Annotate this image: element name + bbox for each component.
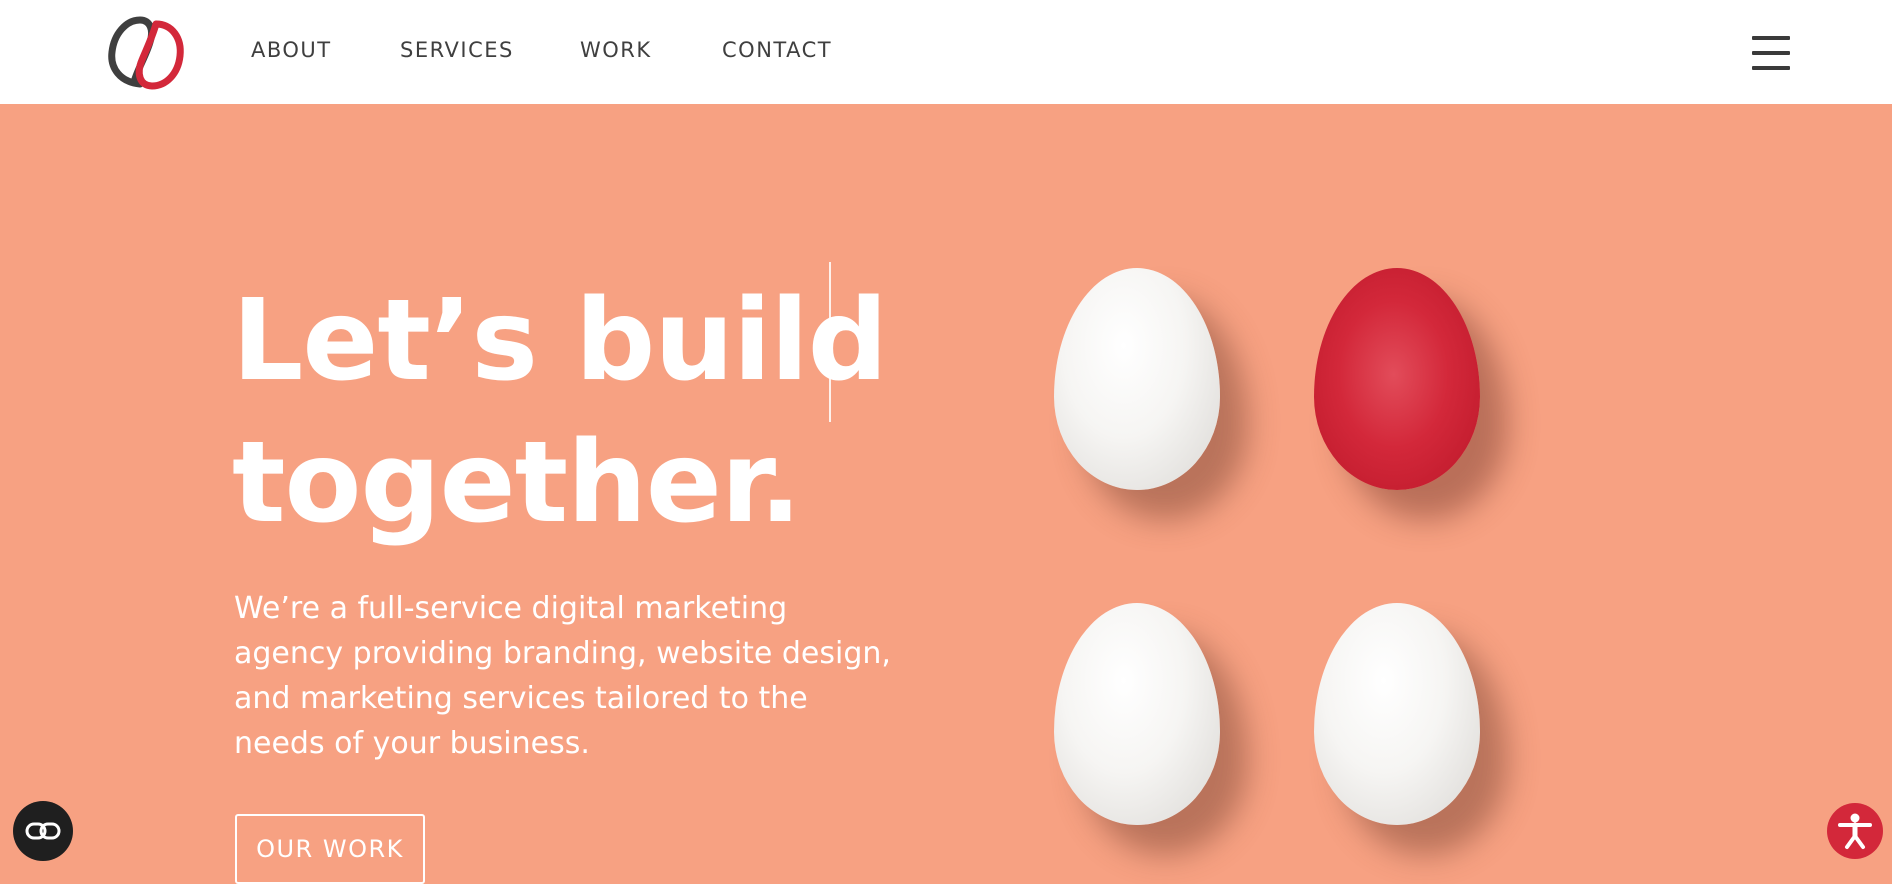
logo-icon [108, 16, 184, 90]
nav-work[interactable]: WORK [580, 38, 652, 62]
link-icon [25, 822, 61, 840]
hero-headline: Let’s build together. [232, 270, 888, 554]
hero-headline-line-1: Let’s build [232, 276, 888, 406]
hero-subcopy: We’re a full-service digital marketing a… [234, 591, 891, 761]
nav-about[interactable]: ABOUT [251, 38, 332, 62]
accessibility-person-icon [1838, 813, 1872, 849]
accessibility-toggle-button[interactable] [13, 801, 73, 861]
brand-logo[interactable] [106, 16, 186, 90]
accessibility-widget-button[interactable] [1827, 803, 1883, 859]
hamburger-menu-icon[interactable] [1752, 36, 1790, 70]
typing-caret [829, 262, 831, 422]
nav-contact[interactable]: CONTACT [722, 38, 832, 62]
site-header: ABOUT SERVICES WORK CONTACT [0, 0, 1892, 104]
hero-headline-line-2: together. [232, 418, 802, 548]
our-work-button[interactable]: OUR WORK [235, 814, 425, 884]
nav-services[interactable]: SERVICES [400, 38, 514, 62]
